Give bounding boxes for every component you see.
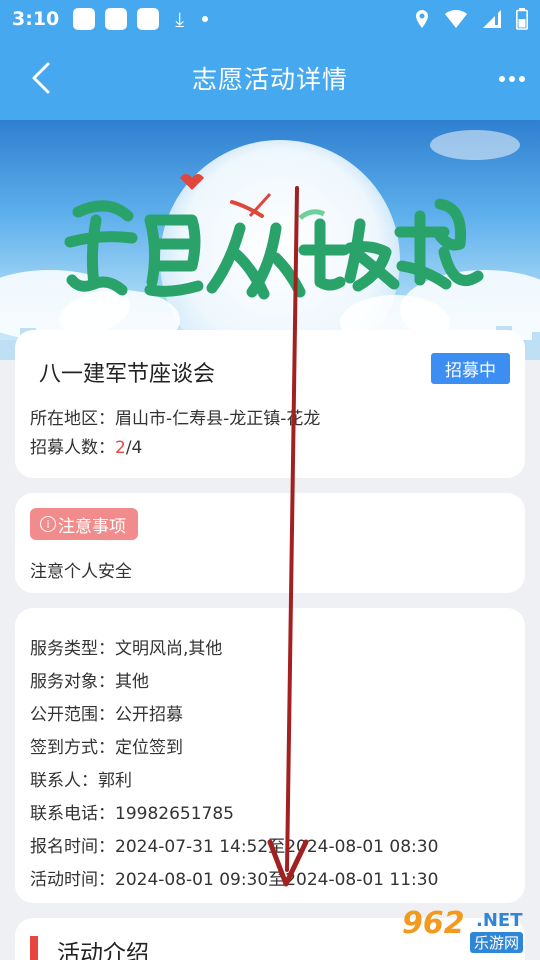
watermark-domain: .NET — [476, 910, 523, 931]
more-dot-icon — [509, 76, 515, 82]
signal-icon — [483, 10, 501, 28]
recruit-row: 招募人数：2/4 — [30, 433, 142, 458]
detail-value: 定位签到 — [115, 738, 183, 758]
notification-icon — [105, 8, 128, 30]
detail-value: 其他 — [115, 672, 149, 692]
notification-icon — [73, 8, 96, 30]
notice-tag-label: 注意事项 — [58, 516, 126, 537]
activity-details-card: 服务类型：文明风尚,其他 服务对象：其他 公开范围：公开招募 签到方式：定位签到… — [15, 608, 525, 903]
status-indicators — [414, 8, 528, 30]
wifi-icon — [445, 9, 467, 28]
detail-value: 公开招募 — [115, 705, 183, 725]
activity-summary-card: 八一建军节座谈会 招募中 所在地区：眉山市-仁寿县-龙正镇-花龙 招募人数：2/… — [15, 330, 525, 478]
detail-value: 2024-08-01 09:30至2024-08-01 11:30 — [115, 870, 439, 890]
detail-label: 签到方式： — [30, 738, 115, 758]
status-time: 3:10 — [12, 8, 60, 30]
watermark-sub: 乐游网 — [470, 932, 524, 953]
recruit-total: /4 — [125, 438, 143, 458]
phone-link[interactable]: 19982651785 — [115, 804, 234, 824]
location-value: 眉山市-仁寿县-龙正镇-花龙 — [115, 409, 321, 429]
section-accent-bar — [30, 936, 38, 960]
detail-row-signup-time: 报名时间：2024-07-31 14:52至2024-08-01 08:30 — [30, 832, 438, 857]
notice-text: 注意个人安全 — [30, 562, 132, 582]
detail-label: 报名时间： — [30, 837, 115, 857]
more-dot-icon — [519, 76, 525, 82]
dot-icon — [202, 16, 209, 22]
notification-icon — [137, 8, 160, 30]
recruit-current: 2 — [115, 438, 126, 458]
section-title: 活动介绍 — [57, 941, 149, 960]
page-title: 志愿活动详情 — [191, 65, 348, 94]
detail-value: 文明风尚,其他 — [115, 639, 223, 659]
location-icon — [416, 10, 428, 28]
detail-row-service-target: 服务对象：其他 — [30, 667, 149, 692]
detail-label: 联系人： — [30, 771, 98, 791]
notice-tag: i 注意事项 — [30, 508, 138, 540]
activity-title: 八一建军节座谈会 — [39, 362, 216, 387]
site-watermark-logo: 962 .NET 乐游网 — [402, 906, 532, 956]
info-icon: i — [40, 516, 56, 532]
detail-row-activity-time: 活动时间：2024-08-01 09:30至2024-08-01 11:30 — [30, 865, 438, 890]
more-options-button[interactable] — [494, 64, 530, 94]
location-label: 所在地区： — [30, 409, 115, 429]
activity-banner-image — [0, 120, 540, 360]
detail-value: 郭利 — [98, 771, 132, 791]
detail-row-contact: 联系人：郭利 — [30, 766, 132, 791]
detail-label: 服务类型： — [30, 639, 115, 659]
download-icon: ⤓ — [175, 7, 185, 31]
detail-label: 公开范围： — [30, 705, 115, 725]
detail-row-checkin: 签到方式：定位签到 — [30, 733, 183, 758]
detail-label: 服务对象： — [30, 672, 115, 692]
detail-row-scope: 公开范围：公开招募 — [30, 700, 183, 725]
recruit-label: 招募人数： — [30, 438, 115, 458]
detail-value: 2024-07-31 14:52至2024-08-01 08:30 — [115, 837, 439, 857]
detail-label: 联系电话： — [30, 804, 115, 824]
more-dot-icon — [499, 76, 505, 82]
detail-row-service-type: 服务类型：文明风尚,其他 — [30, 634, 222, 659]
notice-card: i 注意事项 注意个人安全 — [15, 493, 525, 593]
status-bar: 3:10 ⤓ — [0, 0, 540, 38]
detail-row-phone: 联系电话：19982651785 — [30, 799, 234, 824]
watermark-number: 962 — [402, 906, 465, 941]
location-row: 所在地区：眉山市-仁寿县-龙正镇-花龙 — [30, 404, 320, 429]
detail-label: 活动时间： — [30, 870, 115, 890]
battery-icon — [516, 8, 528, 30]
app-bar: 志愿活动详情 — [0, 38, 540, 120]
status-badge: 招募中 — [431, 353, 510, 384]
